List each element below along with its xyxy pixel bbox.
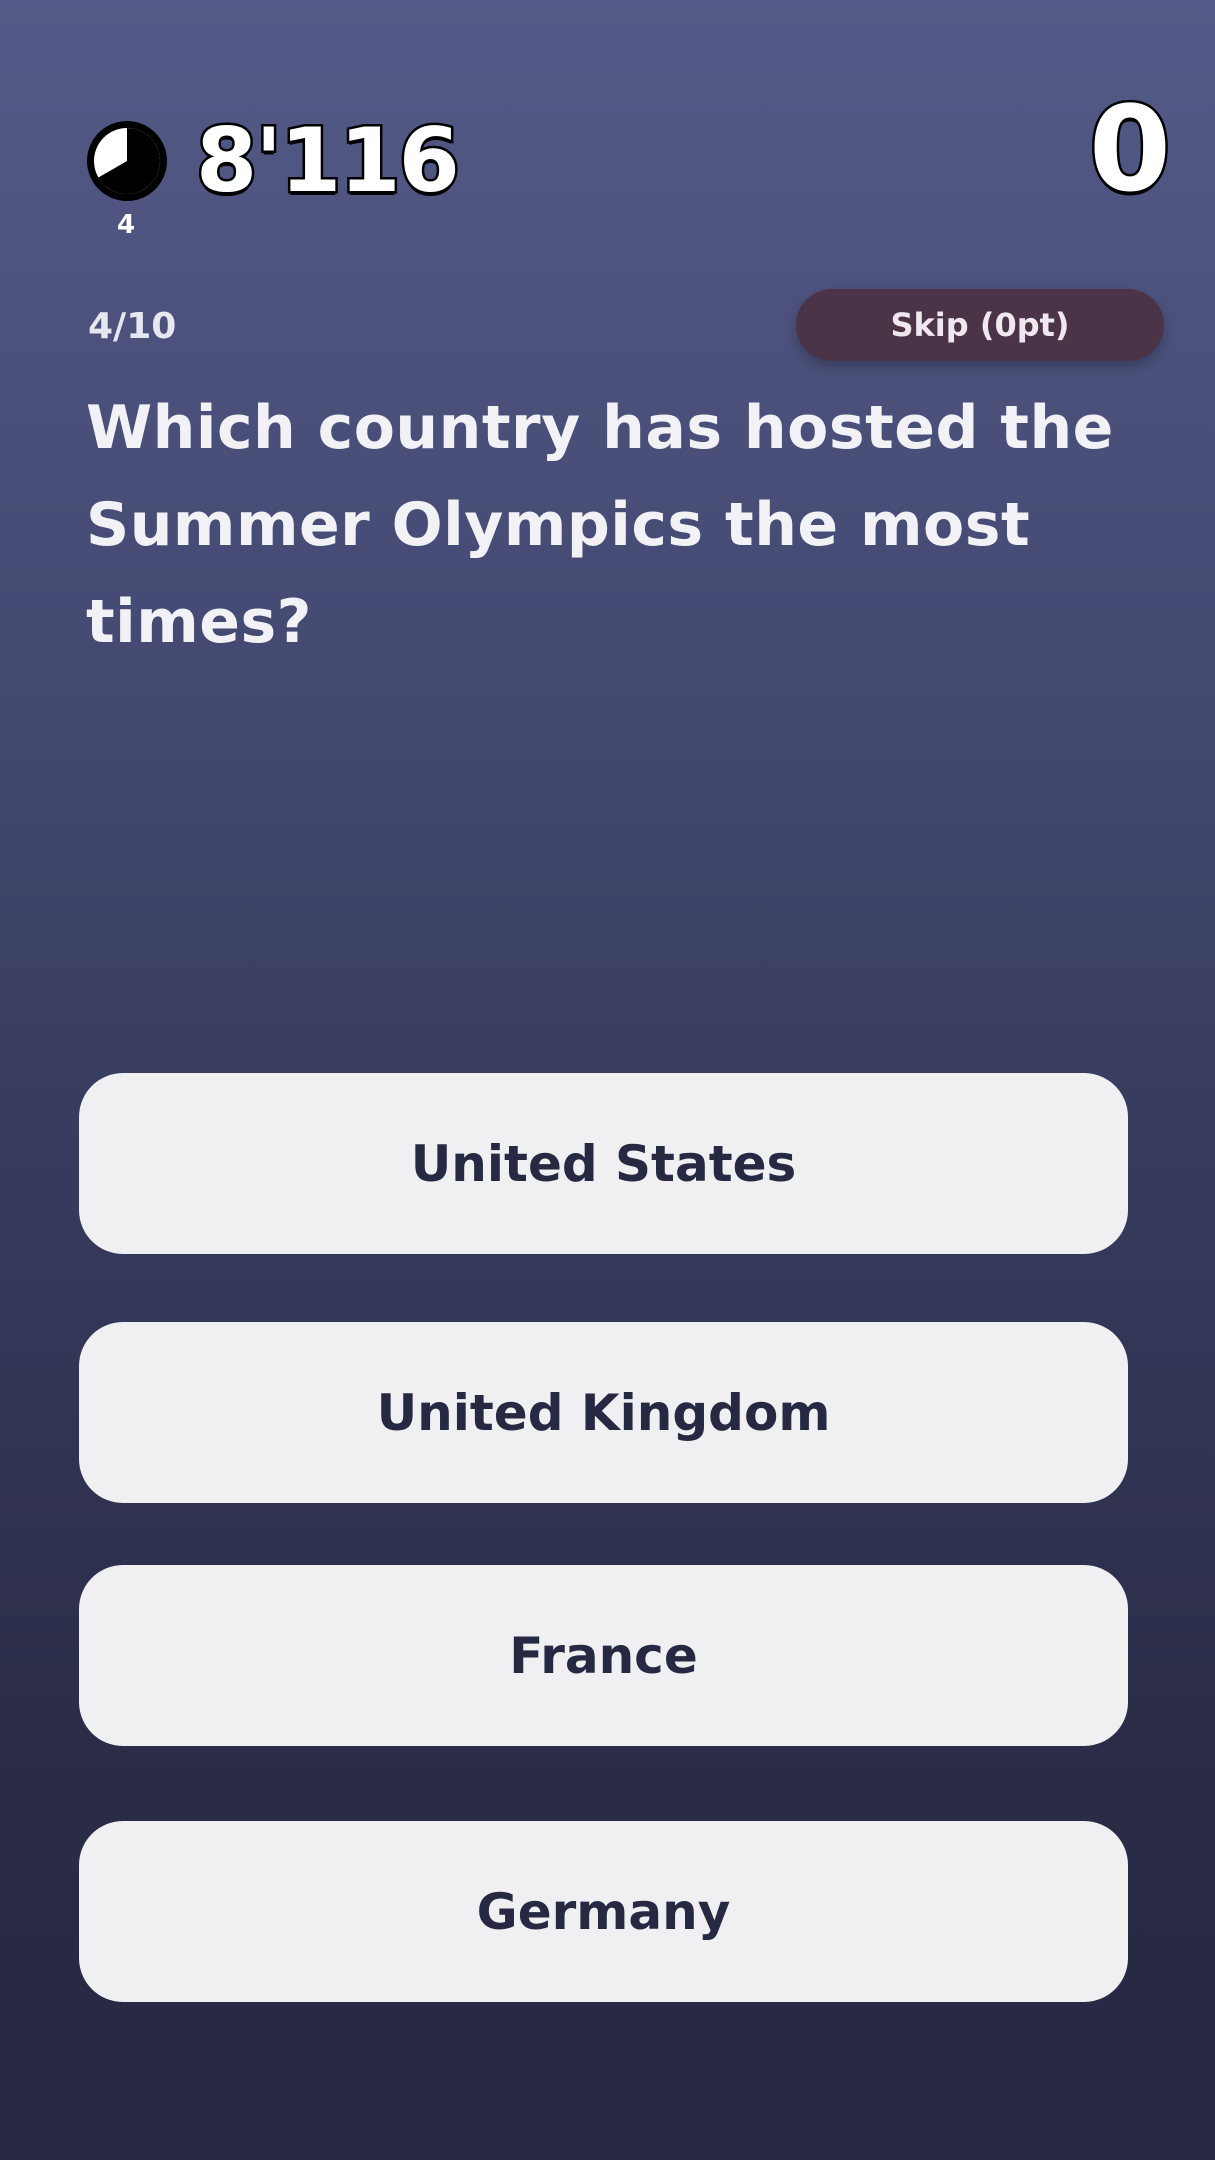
question-text: Which country has hosted the Summer Olym… xyxy=(86,393,1114,657)
stopwatch-icon xyxy=(87,121,167,201)
answer-option-3[interactable]: France xyxy=(79,1565,1128,1746)
answer-option-4[interactable]: Germany xyxy=(79,1821,1128,2002)
timer: 4 xyxy=(84,118,170,240)
question-progress: 4/10 xyxy=(88,306,177,347)
score-value: 0 xyxy=(1086,80,1173,218)
answer-option-2[interactable]: United Kingdom xyxy=(79,1322,1128,1503)
time-value: 8'116 xyxy=(194,107,463,215)
skip-button[interactable]: Skip (0pt) xyxy=(796,289,1164,361)
answer-option-1[interactable]: United States xyxy=(79,1073,1128,1254)
timer-count: 4 xyxy=(116,210,136,240)
